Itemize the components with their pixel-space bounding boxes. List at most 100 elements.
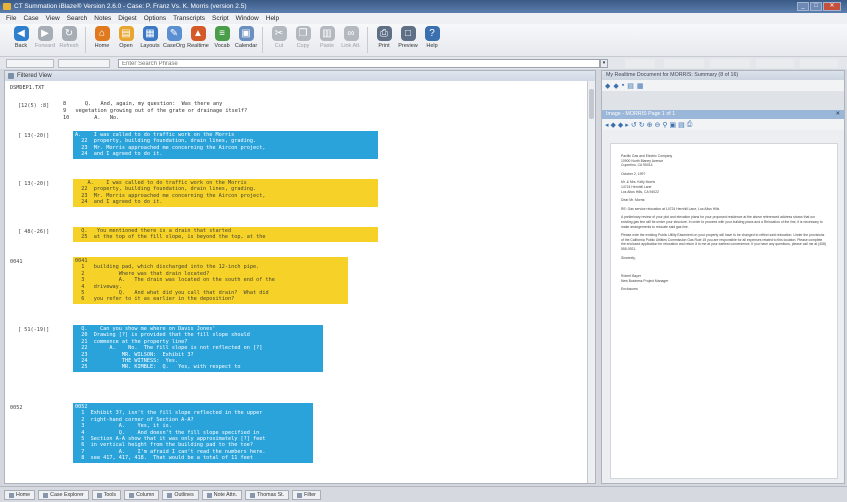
transcript-scrollbar[interactable] [587, 81, 595, 483]
back-button[interactable]: ◀ Back [10, 24, 32, 56]
blue-highlight-block[interactable]: Q. Can you show me where on Davis Jones'… [73, 325, 323, 372]
search-row: ▾ [0, 56, 847, 69]
open-button[interactable]: ▤ Open [115, 24, 137, 56]
image-toolbar: ◂ ◆ ◆ ▸ ↺ ↻ ⊕ ⊖ ⚲ ▣ ▤ ⎙ [602, 119, 844, 130]
magnify-icon[interactable]: ⚲ [662, 121, 667, 129]
yellow-highlight-block[interactable]: A. I was called to do traffic work on th… [73, 179, 378, 207]
forward-arrow-icon: ▶ [37, 26, 53, 41]
right-tab-5[interactable] [800, 59, 838, 68]
close-button[interactable]: ✕ [823, 2, 841, 11]
next-page-icon[interactable]: ◆ [618, 121, 623, 129]
letter-signer: Robert Bayer New Business Project Manage… [621, 274, 827, 283]
status-tab-case-explorer[interactable]: Case Explorer [38, 490, 89, 500]
menu-notes[interactable]: Notes [94, 13, 111, 24]
scrollbar-thumb[interactable] [589, 89, 594, 119]
image-viewer-title: Image - MORRIS Page 1 of 1 [606, 111, 676, 117]
citation[interactable]: [12(5) :8] [18, 103, 49, 109]
menu-window[interactable]: Window [236, 13, 259, 24]
search-input[interactable] [118, 59, 600, 68]
vocab-button[interactable]: ≡ Vocab [211, 24, 233, 56]
doc-view-icon[interactable]: ▪ [622, 82, 624, 89]
last-page-icon[interactable]: ▸ [625, 121, 629, 129]
close-viewer-icon[interactable]: ✕ [836, 110, 840, 119]
doc-list-icon[interactable]: ▤ [627, 82, 634, 90]
prev-page-icon[interactable]: ◆ [611, 121, 616, 129]
fit-width-icon[interactable]: ▤ [678, 121, 685, 129]
page-marker[interactable]: 0052 [10, 405, 23, 411]
app-icon [3, 3, 11, 10]
menu-case[interactable]: Case [23, 13, 38, 24]
refresh-button[interactable]: ↻ Refresh [58, 24, 80, 56]
menu-search[interactable]: Search [67, 13, 88, 24]
search-scope-button[interactable] [58, 59, 110, 68]
menu-script[interactable]: Script [212, 13, 229, 24]
print-button[interactable]: ⎙ Print [373, 24, 395, 56]
menu-view[interactable]: View [46, 13, 60, 24]
right-tab-3[interactable] [710, 59, 750, 68]
status-tab-filter[interactable]: Filter [292, 490, 321, 500]
preview-button[interactable]: □ Preview [397, 24, 419, 56]
letter-subject: RE: Gas service relocation at 14724 Hern… [621, 206, 720, 211]
document-pane: My Realtime Document for MORRIS: Summary… [601, 70, 845, 484]
doc-table-icon[interactable]: ▦ [637, 82, 644, 90]
menu-help[interactable]: Help [266, 13, 279, 24]
menu-transcripts[interactable]: Transcripts [173, 13, 205, 24]
prev-doc-icon[interactable]: ◆ [605, 82, 610, 90]
citation[interactable]: [ 48(-26)] [18, 229, 49, 235]
help-button[interactable]: ? Help [421, 24, 443, 56]
right-tab-2[interactable] [664, 59, 704, 68]
toolbar-label: Home [94, 43, 110, 49]
right-tab-1[interactable] [625, 59, 655, 68]
caseorg-button[interactable]: ✎ CaseOrg [163, 24, 185, 56]
paste-button[interactable]: ▥ Paste [316, 24, 338, 56]
menu-digest[interactable]: Digest [118, 13, 136, 24]
zoom-out-icon[interactable]: ⊖ [654, 121, 660, 129]
back-arrow-icon: ◀ [13, 26, 29, 41]
menu-options[interactable]: Options [144, 13, 166, 24]
blue-highlight-block[interactable]: 0052 1 Exhibit 3?, isn't the fill slope … [73, 403, 313, 463]
citation[interactable]: [ 51(-19)] [18, 327, 49, 333]
status-tab-home[interactable]: Home [4, 490, 36, 500]
search-dropdown[interactable]: ▾ [600, 59, 608, 68]
window-title: CT Summation iBlaze® Version 2.6.0 - Cas… [14, 3, 247, 10]
rotate-right-icon[interactable]: ↻ [639, 121, 645, 129]
realtime-button[interactable]: ▲ Realtime [187, 24, 209, 56]
fit-page-icon[interactable]: ▣ [669, 121, 676, 129]
page-marker[interactable]: 0041 [10, 259, 23, 265]
menu-file[interactable]: File [6, 13, 16, 24]
status-bar: Home Case Explorer Tools Column Outlines Note… [0, 486, 847, 502]
citation[interactable]: [ 13(-20)] [18, 133, 49, 139]
right-tab-4[interactable] [756, 59, 794, 68]
zoom-in-icon[interactable]: ⊕ [647, 121, 653, 129]
toolbar-label: Paste [319, 43, 335, 49]
status-tab-tools[interactable]: Tools [91, 490, 122, 500]
letter-closing: Sincerely, [621, 255, 636, 260]
calendar-button[interactable]: ▣ Calendar [235, 24, 257, 56]
status-tab-outlines[interactable]: Outlines [162, 490, 199, 500]
minimize-button[interactable]: _ [797, 2, 809, 11]
next-doc-icon[interactable]: ◆ [613, 82, 618, 90]
letter-date: October 2, 1997 [621, 171, 646, 176]
home-button[interactable]: ⌂ Home [91, 24, 113, 56]
yellow-highlight-block[interactable]: Q. You mentioned there is a drain that s… [73, 227, 378, 242]
citation[interactable]: [ 13(-20)] [18, 181, 49, 187]
yellow-highlight-block[interactable]: 0041 1 building pad, which discharged in… [73, 257, 348, 304]
status-tab-column[interactable]: Column [124, 490, 160, 500]
link-att-button[interactable]: ∞ Link Att. [340, 24, 362, 56]
layouts-button[interactable]: ▦ Layouts [139, 24, 161, 56]
print-image-icon[interactable]: ⎙ [687, 121, 693, 129]
cut-button[interactable]: ✂ Cut [268, 24, 290, 56]
maximize-button[interactable]: □ [810, 2, 822, 11]
first-page-icon[interactable]: ◂ [605, 121, 609, 129]
transcript-text-area[interactable]: DSMDEP1.TXT [12(5) :8] 8 Q. And, again, m… [5, 81, 595, 483]
transcript-pane: Filtered View DSMDEP1.TXT [12(5) :8] 8 Q.… [4, 70, 596, 484]
blue-highlight-block[interactable]: A. I was called to do traffic work on th… [73, 131, 378, 159]
rotate-left-icon[interactable]: ↺ [631, 121, 637, 129]
status-tab-note-attn[interactable]: Note Attn. [201, 490, 243, 500]
copy-button[interactable]: ❐ Copy [292, 24, 314, 56]
document-image[interactable]: Pacific Gas and Electric Company 10900 N… [610, 143, 838, 479]
forward-button[interactable]: ▶ Forward [34, 24, 56, 56]
view-toggle-button[interactable] [6, 59, 54, 68]
status-tab-thomas-st[interactable]: Thomas St. [245, 490, 290, 500]
preview-icon: □ [400, 26, 416, 41]
